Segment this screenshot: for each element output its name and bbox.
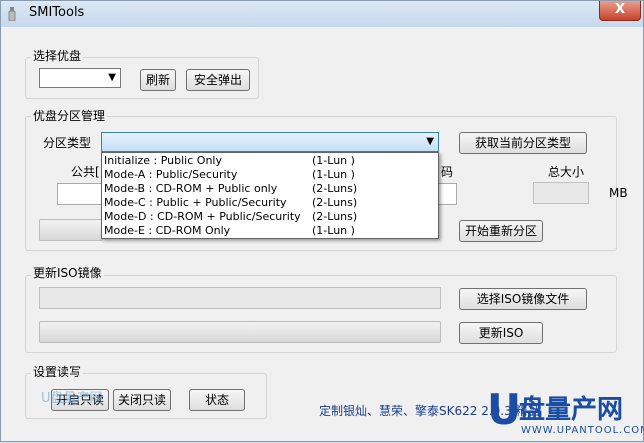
- get-partition-type-button[interactable]: 获取当前分区类型: [459, 132, 587, 154]
- window-title: SMITools: [29, 5, 85, 20]
- logo-text: 盘量产网: [519, 395, 624, 425]
- iso-path-field: [39, 287, 441, 309]
- password-column-label: 码: [441, 165, 454, 179]
- partition-label: 优盘分区管理: [31, 107, 108, 124]
- close-icon: X: [615, 2, 626, 17]
- watermark-text: U盘量产网: [41, 391, 103, 406]
- partition-progress-bar: [39, 219, 103, 241]
- dropdown-option[interactable]: Mode-B : CD-ROM + Public only (2-Luns): [104, 182, 357, 196]
- partition-type-select[interactable]: ▼: [101, 132, 439, 152]
- chevron-down-icon: ▼: [108, 72, 116, 83]
- dropdown-option[interactable]: Mode-D : CD-ROM + Public/Security (2-Lun…: [104, 210, 357, 224]
- logo-url: WWW.UPANTOOL.COM: [521, 425, 644, 436]
- smitools-window: SMITools X 选择优盘 ▼ 刷新 安全弹出 优盘分区管理 分区类型 ▼ …: [0, 0, 644, 442]
- select-iso-button[interactable]: 选择ISO镜像文件: [459, 288, 587, 310]
- select-disk-label: 选择优盘: [31, 47, 84, 64]
- dropdown-option[interactable]: Mode-E : CD-ROM Only (1-Lun ): [104, 224, 355, 238]
- disk-select[interactable]: ▼: [39, 68, 121, 88]
- dropdown-option[interactable]: Mode-C : Public + Public/Security (2-Lun…: [104, 196, 357, 210]
- status-button[interactable]: 状态: [189, 389, 245, 411]
- close-button[interactable]: X: [599, 1, 641, 21]
- public-size-input[interactable]: [57, 183, 105, 205]
- dropdown-option[interactable]: Mode-A : Public/Security (1-Lun ): [104, 168, 355, 182]
- dropdown-option[interactable]: Initialize : Public Only (1-Lun ): [104, 154, 355, 168]
- app-icon: [8, 7, 16, 21]
- public-column-label: 公共[: [71, 165, 100, 179]
- total-size-field: [533, 182, 589, 204]
- site-logo: U 盘量产网 WWW.UPANTOOL.COM: [485, 383, 644, 443]
- total-size-label: 总大小: [548, 165, 585, 179]
- logo-letter: U: [487, 385, 522, 434]
- iso-label: 更新ISO镜像: [31, 264, 104, 281]
- readwrite-label: 设置读写: [31, 363, 84, 380]
- title-bar: SMITools X: [1, 1, 643, 27]
- repartition-button[interactable]: 开始重新分区: [459, 220, 543, 242]
- partition-type-dropdown: Initialize : Public Only (1-Lun ) Mode-A…: [101, 152, 439, 239]
- iso-progress-bar: [39, 321, 441, 343]
- update-iso-button[interactable]: 更新ISO: [459, 322, 543, 344]
- disable-readonly-button[interactable]: 关闭只读: [113, 389, 171, 411]
- chevron-down-icon: ▼: [426, 136, 434, 147]
- refresh-button[interactable]: 刷新: [140, 69, 176, 91]
- eject-button[interactable]: 安全弹出: [186, 69, 250, 91]
- mb-unit-label: MB: [609, 186, 628, 200]
- partition-type-label: 分区类型: [43, 136, 92, 150]
